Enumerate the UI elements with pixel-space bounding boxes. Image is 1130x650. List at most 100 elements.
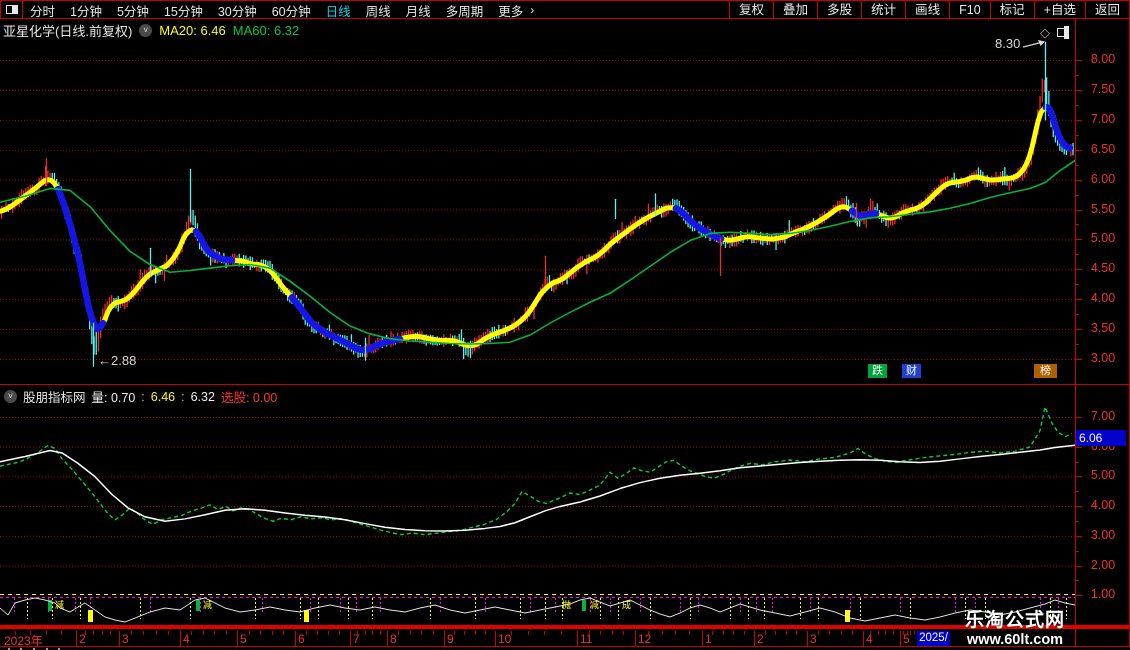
axis-label: 4.50 [1090, 261, 1116, 276]
axis-label: 3.00 [1090, 527, 1116, 542]
timeline-minor-tick [892, 631, 894, 635]
axis-minor-tick [1076, 74, 1079, 76]
action-button-2[interactable]: 多股 [817, 1, 861, 19]
timeline-minor-tick [15, 631, 17, 635]
timeline-tick [350, 631, 351, 646]
period-tab-9[interactable]: 多周期 [446, 1, 484, 20]
axis-tick [1076, 149, 1082, 151]
timeline-month: 10 [498, 632, 512, 646]
timeline-minor-tick [364, 631, 366, 635]
ma20-legend: MA20: 6.46 [159, 23, 226, 38]
chevron-down-icon[interactable]: ˅ [4, 390, 17, 403]
action-button-4[interactable]: 画线 [905, 1, 949, 19]
ma60-legend: MA60: 6.32 [232, 23, 300, 38]
indicator-value-3: : [181, 389, 185, 404]
timeline-minor-tick [600, 631, 602, 635]
timeline-minor-tick [785, 631, 787, 635]
layout-toggle-button[interactable] [0, 1, 23, 19]
timeline-minor-tick [885, 631, 887, 635]
timeline-tick [119, 631, 120, 646]
timeline-minor-tick [648, 631, 650, 635]
timeline-minor-tick [283, 631, 285, 635]
axis-label: 7.00 [1090, 409, 1116, 423]
timeline-month: 3 [810, 632, 817, 646]
timeline-minor-tick [851, 631, 853, 635]
timeline-month: 7 [353, 632, 360, 646]
axis-minor-tick [1076, 344, 1079, 346]
axis-label: 5.00 [1090, 468, 1116, 483]
timeline-minor-tick [661, 631, 663, 635]
axis-minor-tick [1076, 134, 1079, 136]
timeline-tick [180, 631, 181, 646]
period-tab-1[interactable]: 1分钟 [70, 1, 102, 20]
mini-signal-canvas[interactable] [0, 592, 1076, 625]
signal-badge: 财 [902, 364, 921, 378]
timeline-minor-tick [611, 631, 613, 635]
period-tab-7[interactable]: 周线 [366, 1, 391, 20]
axis-tick [1076, 476, 1082, 478]
timeline-minor-tick [544, 631, 546, 635]
timeline-minor-tick [93, 631, 95, 635]
low-price-annotation: ←2.88 [98, 353, 137, 368]
axis-label: 3.00 [1090, 351, 1116, 365]
period-tab-2[interactable]: 5分钟 [117, 1, 149, 20]
indicator-value-4: 6.32 [190, 389, 215, 404]
axis-tick [1076, 595, 1082, 597]
axis-label: 8.00 [1090, 52, 1116, 66]
timeline-minor-tick [454, 631, 456, 635]
axis-minor-tick [1076, 520, 1079, 522]
chevron-down-icon[interactable]: ˅ [139, 24, 153, 37]
chart-title-row: 亚星化学(日线.前复权) ˅ MA20: 6.46 MA60: 6.32 [3, 21, 299, 40]
action-button-1[interactable]: 叠加 [773, 1, 817, 19]
period-tab-10[interactable]: 更多 [498, 1, 523, 20]
timeline-tick [702, 631, 703, 646]
main-price-axis: 8.00 7.50 7.00 6.50 6.00 5.50 5.00 4.50 4.00 3.50… [1076, 19, 1130, 384]
axis-tick [1076, 269, 1082, 271]
axis-minor-tick [1076, 314, 1079, 316]
timeline-minor-tick [110, 631, 112, 635]
axis-minor-tick [1076, 224, 1079, 226]
axis-minor-tick [1076, 104, 1079, 106]
period-tab-8[interactable]: 月线 [406, 1, 431, 20]
watermark-title: 乐淘公式网 [964, 610, 1065, 631]
split-layout-icon [6, 5, 18, 14]
axis-tick [1076, 446, 1082, 448]
axis-label: 6.50 [1090, 141, 1116, 156]
action-button-3[interactable]: 统计 [861, 1, 905, 19]
timeline-minor-tick [840, 631, 842, 635]
watermark-url: www.60lt.com [966, 632, 1064, 648]
action-buttons: 复权 叠加 多股 统计 画线 F10 标记 +自选 返回 [729, 1, 1129, 19]
pane-icon[interactable] [1057, 28, 1069, 37]
axis-tick [1076, 535, 1082, 537]
main-chart-canvas[interactable] [0, 19, 1076, 384]
timeline-month: 1 [705, 632, 712, 646]
indicator-value-2: 6.46 [150, 389, 176, 404]
timeline[interactable]: 2023年 2 3 4 5 6 7 8 9 10 11 12 1 2 3 4 5 [0, 631, 1076, 648]
period-tab-4[interactable]: 30分钟 [218, 1, 257, 20]
action-button-5[interactable]: F10 [949, 1, 990, 19]
axis-tick [1076, 239, 1082, 241]
period-tab-6[interactable]: 日线 [326, 1, 351, 20]
timeline-minor-tick [743, 631, 745, 635]
action-button-0[interactable]: 复权 [729, 1, 773, 19]
indicator-canvas[interactable] [0, 403, 1076, 592]
action-button-8[interactable]: 返回 [1084, 1, 1129, 19]
period-tab-5[interactable]: 60分钟 [272, 1, 311, 20]
axis-label: 7.50 [1090, 81, 1116, 96]
timeline-minor-tick [60, 631, 62, 635]
axis-minor-tick [1076, 550, 1079, 552]
timeline-minor-tick [409, 631, 411, 635]
divider [0, 384, 1130, 385]
action-button-7[interactable]: +自选 [1033, 1, 1085, 19]
timeline-tick [863, 631, 864, 646]
axis-tick [1076, 119, 1082, 121]
action-button-6[interactable]: 标记 [989, 1, 1034, 19]
axis-tick [1076, 329, 1082, 331]
timeline-minor-tick [84, 631, 86, 635]
period-tab-0[interactable]: 分时 [30, 1, 55, 20]
axis-minor-tick [1076, 580, 1079, 582]
timeline-minor-tick [421, 631, 423, 635]
axis-divider [1075, 19, 1076, 647]
period-tab-3[interactable]: 15分钟 [164, 1, 203, 20]
signal-badge: 跌 [868, 364, 887, 378]
